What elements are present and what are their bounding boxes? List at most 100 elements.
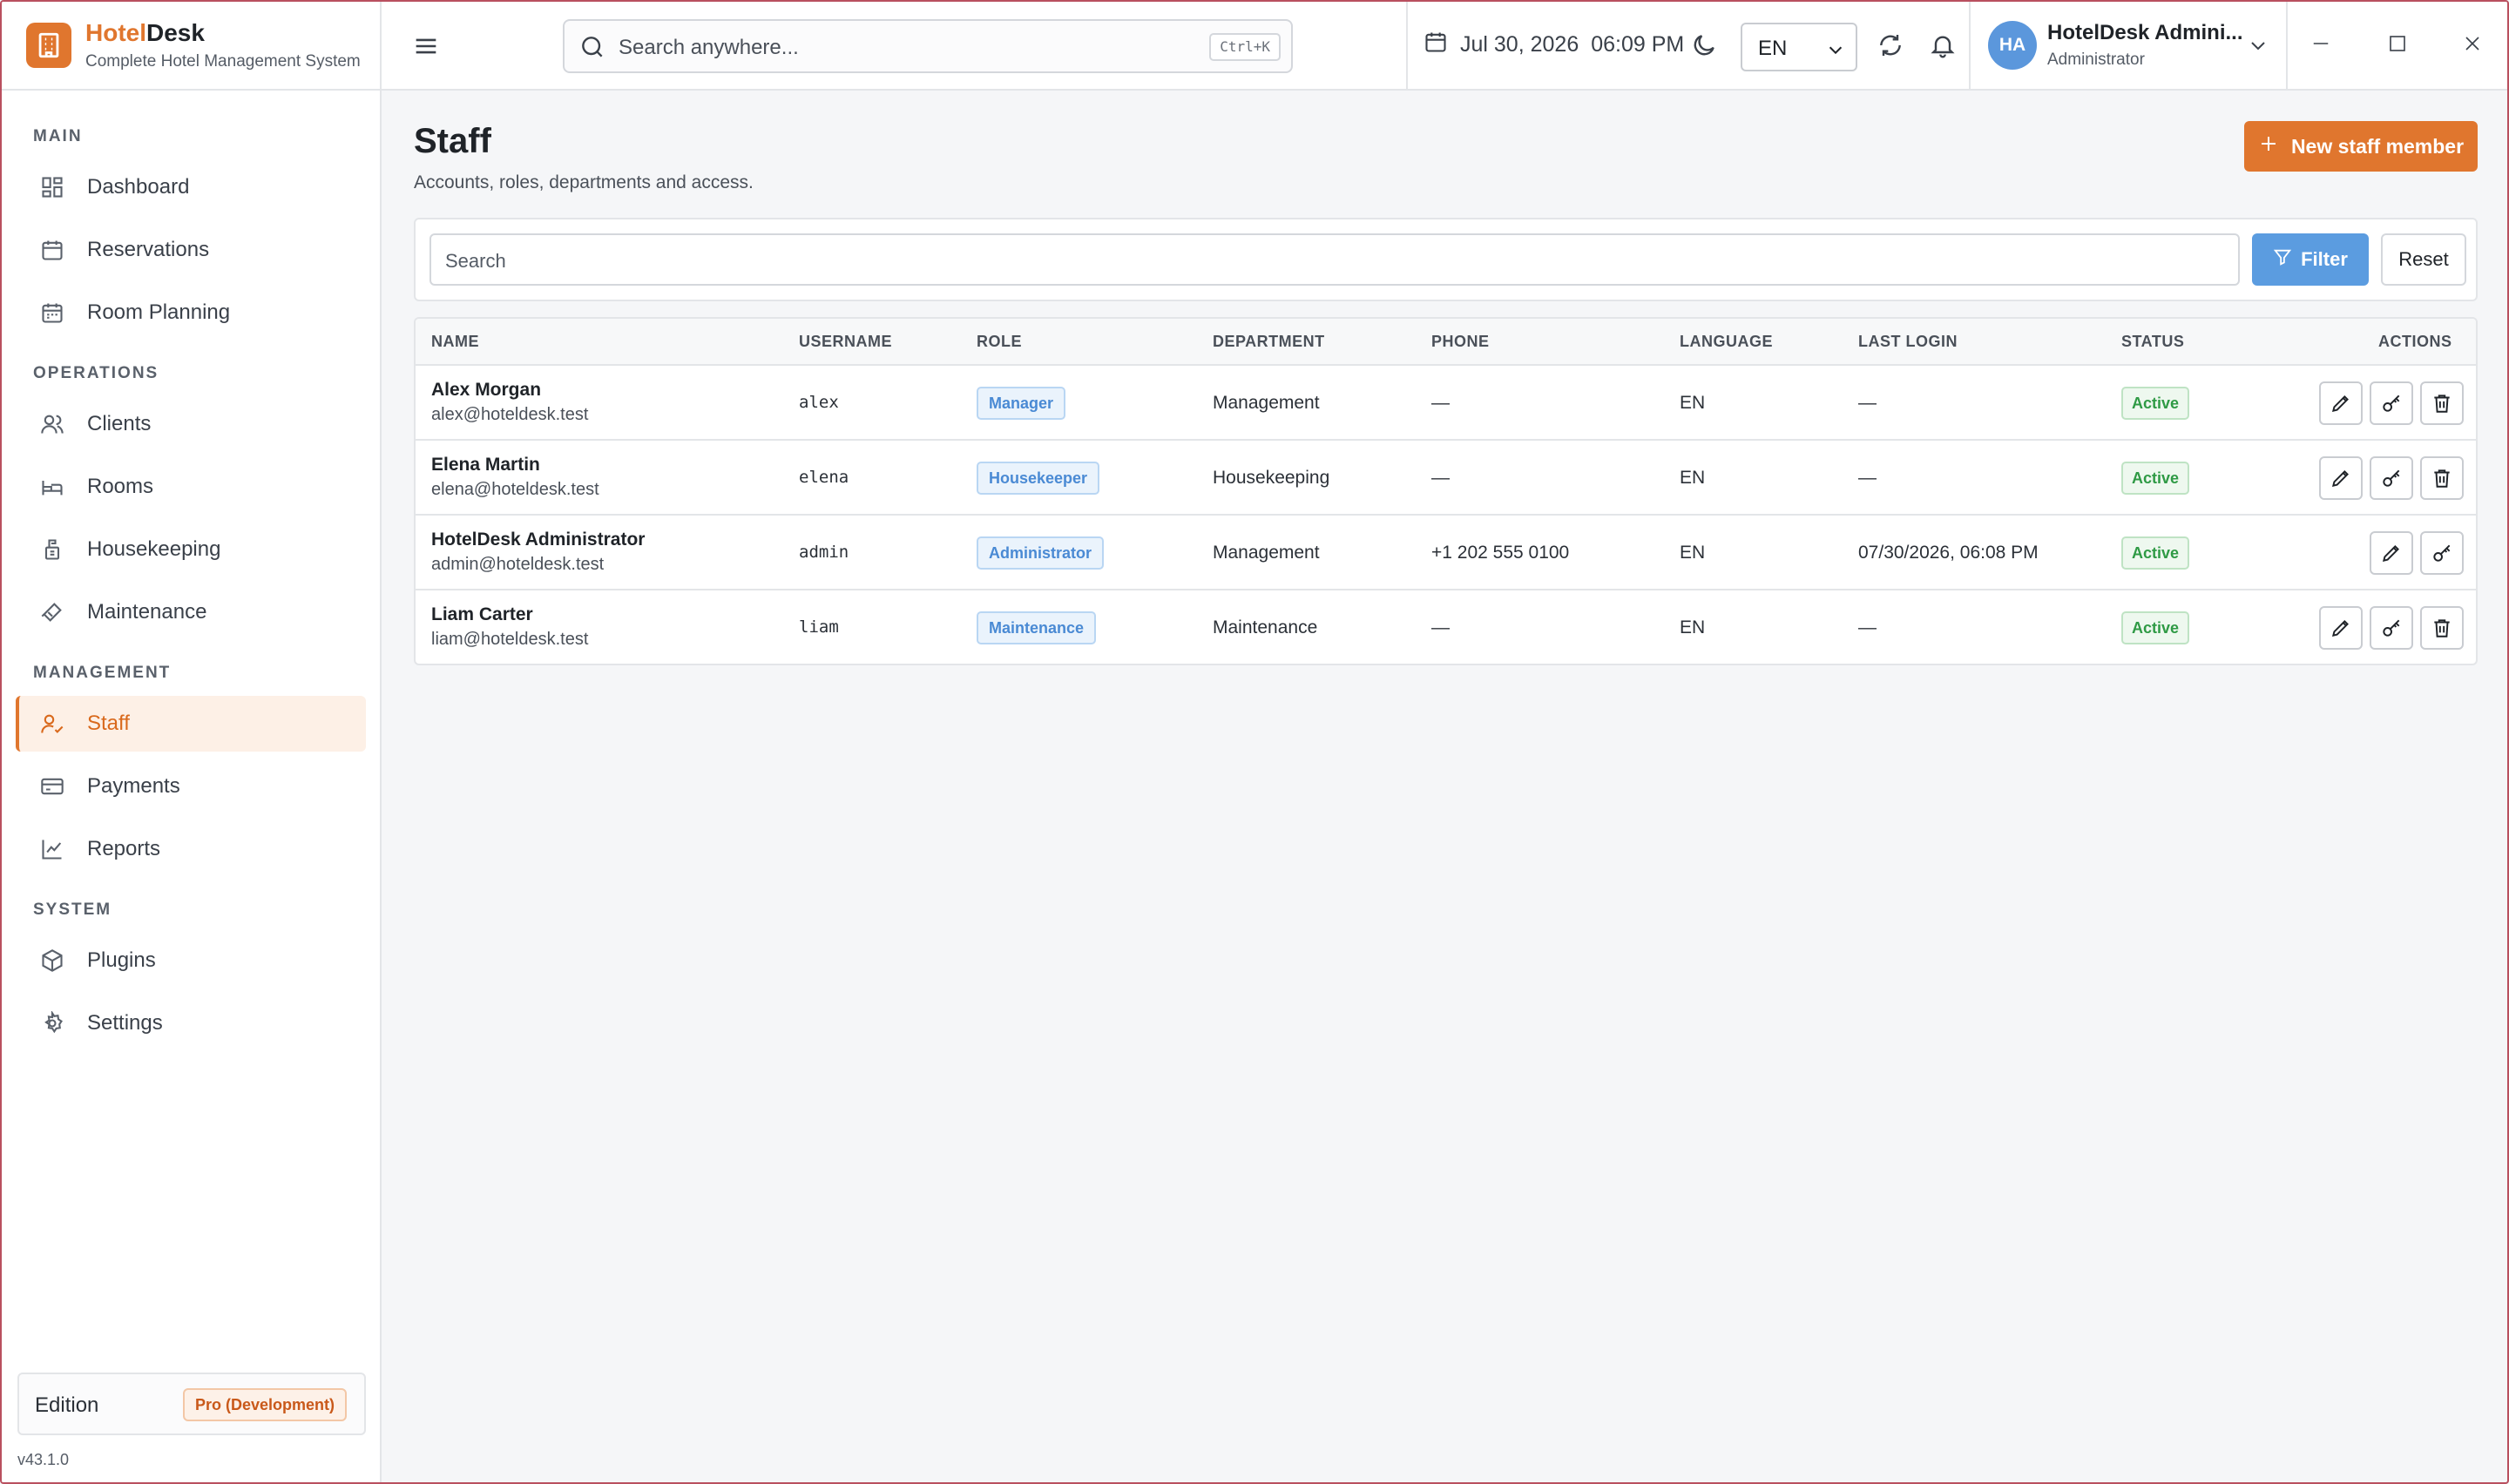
language-value: EN [1758, 37, 1788, 60]
table-row[interactable]: HotelDesk Administrator admin@hoteldesk.… [416, 516, 2476, 590]
staff-email: elena@hoteldesk.test [431, 480, 599, 499]
edit-button[interactable] [2319, 456, 2363, 500]
staff-name: HotelDesk Administrator [431, 530, 646, 550]
column-header-role[interactable]: ROLE [977, 333, 1022, 351]
staff-language: EN [1680, 468, 1706, 488]
filter-button[interactable]: Filter [2252, 233, 2369, 286]
column-header-name[interactable]: NAME [431, 333, 479, 351]
plus-icon [2258, 133, 2279, 159]
staff-username: liam [799, 617, 839, 637]
sidebar-item-payments[interactable]: Payments [16, 759, 366, 814]
key-icon [2383, 469, 2400, 487]
sidebar-item-dashboard[interactable]: Dashboard [16, 159, 366, 215]
divider [1969, 2, 1971, 89]
staff-search-input[interactable]: Search [429, 233, 2240, 286]
column-header-department[interactable]: DEPARTMENT [1213, 333, 1325, 351]
user-name[interactable]: HotelDesk Admini... [2047, 21, 2242, 45]
notifications-icon[interactable] [1929, 31, 1957, 64]
delete-button[interactable] [2420, 456, 2464, 500]
sync-icon[interactable] [1877, 31, 1904, 64]
staff-phone: — [1431, 617, 1450, 637]
reset-password-button[interactable] [2370, 606, 2413, 650]
chart-icon [38, 835, 66, 863]
nav-section-system: SYSTEM [33, 901, 112, 919]
divider [1406, 2, 1408, 89]
menu-toggle-icon[interactable] [411, 31, 441, 61]
brand: HotelDesk Complete Hotel Management Syst… [2, 2, 380, 91]
sidebar-item-label: Dashboard [87, 175, 190, 199]
staff-phone: +1 202 555 0100 [1431, 543, 1570, 563]
sidebar-item-staff[interactable]: Staff [16, 696, 366, 752]
staff-last-login: — [1858, 468, 1877, 488]
sidebar-item-reports[interactable]: Reports [16, 821, 366, 877]
column-header-last-login[interactable]: LAST LOGIN [1858, 333, 1958, 351]
reset-button[interactable]: Reset [2381, 233, 2466, 286]
chevron-down-icon [1826, 40, 1845, 64]
housekeeping-icon [38, 536, 66, 563]
sidebar-item-label: Settings [87, 1011, 163, 1035]
edit-button[interactable] [2319, 381, 2363, 425]
cube-icon [38, 947, 66, 975]
staff-phone: — [1431, 468, 1450, 488]
staff-email: alex@hoteldesk.test [431, 405, 589, 424]
staff-search-placeholder: Search [445, 250, 506, 272]
table-row[interactable]: Liam Carter liam@hoteldesk.test liam Mai… [416, 590, 2476, 664]
avatar[interactable]: HA [1988, 21, 2037, 70]
new-staff-member-label: New staff member [2290, 134, 2465, 158]
sidebar-item-label: Reports [87, 837, 161, 860]
dashboard-icon [38, 173, 66, 201]
reset-password-button[interactable] [2420, 531, 2464, 575]
calendar-icon [1424, 30, 1448, 60]
reset-password-button[interactable] [2370, 381, 2413, 425]
column-header-username[interactable]: USERNAME [799, 333, 892, 351]
app-window: HotelDesk Complete Hotel Management Syst… [0, 0, 2509, 1484]
role-badge: Administrator [977, 536, 1105, 570]
column-header-language[interactable]: LANGUAGE [1680, 333, 1773, 351]
close-icon[interactable] [2455, 26, 2490, 61]
credit-card-icon [38, 772, 66, 800]
gear-icon [38, 1009, 66, 1037]
maximize-icon[interactable] [2380, 26, 2415, 61]
page-subtitle: Accounts, roles, departments and access. [414, 172, 754, 192]
pencil-icon [2331, 620, 2349, 637]
new-staff-member-button[interactable]: New staff member [2244, 121, 2478, 172]
status-badge: Active [2121, 462, 2190, 495]
table-row[interactable]: Alex Morgan alex@hoteldesk.test alex Man… [416, 366, 2476, 441]
edit-button[interactable] [2370, 531, 2413, 575]
delete-button[interactable] [2420, 381, 2464, 425]
column-header-actions: ACTIONS [2378, 333, 2452, 350]
sidebar-item-housekeeping[interactable]: Housekeeping [16, 522, 366, 577]
sidebar-item-rooms[interactable]: Rooms [16, 459, 366, 515]
staff-language: EN [1680, 543, 1706, 563]
wrench-icon [38, 598, 66, 626]
delete-button[interactable] [2420, 606, 2464, 650]
staff-department: Management [1213, 543, 1320, 563]
edit-button[interactable] [2319, 606, 2363, 650]
sidebar-item-clients[interactable]: Clients [16, 396, 366, 452]
role-badge: Housekeeper [977, 462, 1100, 495]
staff-language: EN [1680, 393, 1706, 413]
global-search-input[interactable]: Search anywhere... Ctrl+K [563, 19, 1293, 73]
sidebar-item-plugins[interactable]: Plugins [16, 933, 366, 988]
role-badge: Maintenance [977, 611, 1097, 644]
sidebar-item-label: Staff [87, 712, 130, 735]
reset-password-button[interactable] [2370, 456, 2413, 500]
column-header-status[interactable]: STATUS [2121, 333, 2184, 351]
version-text: v43.1.0 [17, 1451, 70, 1468]
sidebar-item-reservations[interactable]: Reservations [16, 222, 366, 278]
table-row[interactable]: Elena Martin elena@hoteldesk.test elena … [416, 441, 2476, 516]
staff-username: admin [799, 543, 849, 562]
user-menu-chevron-icon[interactable] [2248, 35, 2269, 60]
sidebar-item-maintenance[interactable]: Maintenance [16, 584, 366, 640]
sidebar-item-settings[interactable]: Settings [16, 995, 366, 1051]
sidebar-item-room-planning[interactable]: Room Planning [16, 285, 366, 341]
table-header: NAME USERNAME ROLE DEPARTMENT PHONE LANG… [416, 319, 2476, 366]
minimize-icon[interactable] [2303, 26, 2338, 61]
global-search-placeholder: Search anywhere... [619, 36, 799, 59]
staff-email: admin@hoteldesk.test [431, 555, 605, 574]
dark-mode-icon[interactable] [1690, 31, 1718, 64]
bed-icon [38, 473, 66, 501]
language-select[interactable]: EN [1741, 23, 1857, 71]
column-header-phone[interactable]: PHONE [1431, 333, 1490, 351]
staff-table: NAME USERNAME ROLE DEPARTMENT PHONE LANG… [414, 317, 2478, 665]
